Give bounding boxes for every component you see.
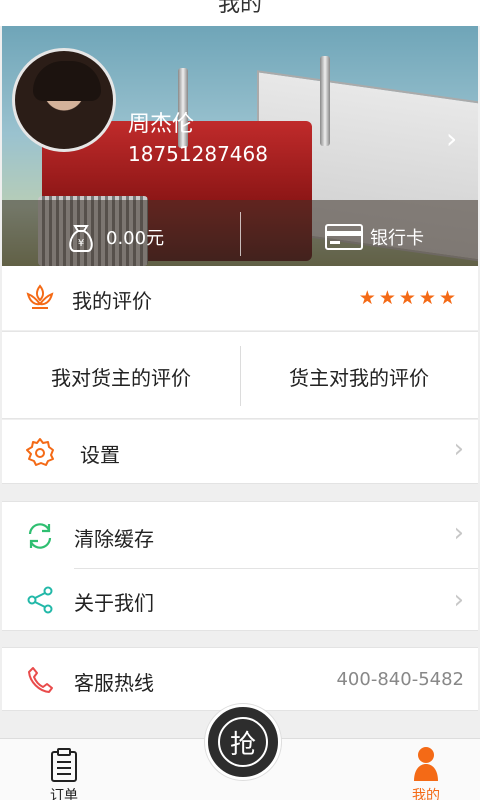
phone-icon: [28, 667, 53, 693]
refresh-icon: [28, 523, 52, 549]
settings-label: 设置: [80, 443, 120, 467]
rating-stars: ★ ★ ★ ★ ★: [359, 289, 456, 308]
page-title: 我的: [217, 0, 262, 17]
clear-cache-label: 清除缓存: [74, 527, 154, 551]
chevron-right-icon: ›: [453, 434, 464, 464]
balance-button[interactable]: ¥ 0.00元: [64, 217, 164, 257]
hotline-number[interactable]: 400-840-5482: [336, 669, 464, 690]
profile-chevron-icon[interactable]: ›: [446, 122, 457, 155]
star-icon: ★: [358, 287, 376, 309]
avatar[interactable]: [12, 48, 116, 152]
tab-mine-label: 我的: [412, 788, 440, 800]
banner-divider: [240, 212, 241, 256]
clear-cache-row[interactable]: 清除缓存 ›: [2, 504, 478, 568]
share-icon: [27, 586, 53, 614]
chevron-right-icon: ›: [453, 585, 464, 615]
my-rating-row[interactable]: 我的评价 ★ ★ ★ ★ ★: [2, 266, 478, 330]
tab-mine[interactable]: 我的: [386, 739, 466, 800]
person-icon: [414, 747, 438, 781]
gear-icon: [26, 438, 54, 466]
my-rating-label: 我的评价: [72, 289, 152, 313]
bank-card-label: 银行卡: [370, 228, 424, 249]
hotline-label: 客服热线: [74, 671, 154, 695]
star-icon: ★: [418, 287, 436, 309]
about-us-row[interactable]: 关于我们 ›: [2, 569, 478, 631]
tab-orders[interactable]: 订单: [24, 739, 104, 800]
grab-order-button[interactable]: 抢: [205, 704, 281, 780]
hotline-row[interactable]: 客服热线 400-840-5482: [2, 647, 478, 711]
clipboard-icon: [51, 748, 77, 782]
bank-card-button[interactable]: 银行卡: [324, 217, 424, 257]
evaluation-row: 我对货主的评价 货主对我的评价: [2, 331, 478, 419]
star-icon: ★: [398, 287, 416, 309]
shipper-eval-of-me-button[interactable]: 货主对我的评价: [240, 332, 478, 420]
grab-label: 抢: [218, 717, 268, 767]
svg-text:¥: ¥: [78, 238, 84, 249]
my-eval-of-shipper-button[interactable]: 我对货主的评价: [2, 332, 240, 420]
balance-amount: 0.00元: [106, 228, 165, 249]
money-bag-icon: ¥: [69, 225, 93, 252]
truck-stack-right: [320, 56, 330, 146]
settings-row[interactable]: 设置 ›: [2, 420, 478, 484]
star-icon: ★: [438, 287, 456, 309]
flower-icon: [26, 284, 54, 309]
about-us-label: 关于我们: [74, 591, 154, 615]
tab-orders-label: 订单: [50, 788, 78, 800]
user-name: 周杰伦: [128, 112, 195, 137]
user-phone: 18751287468: [128, 142, 268, 166]
page-header: 我的: [0, 0, 480, 26]
bank-card-icon: [325, 224, 363, 250]
chevron-right-icon: ›: [453, 518, 464, 548]
star-icon: ★: [378, 287, 396, 309]
